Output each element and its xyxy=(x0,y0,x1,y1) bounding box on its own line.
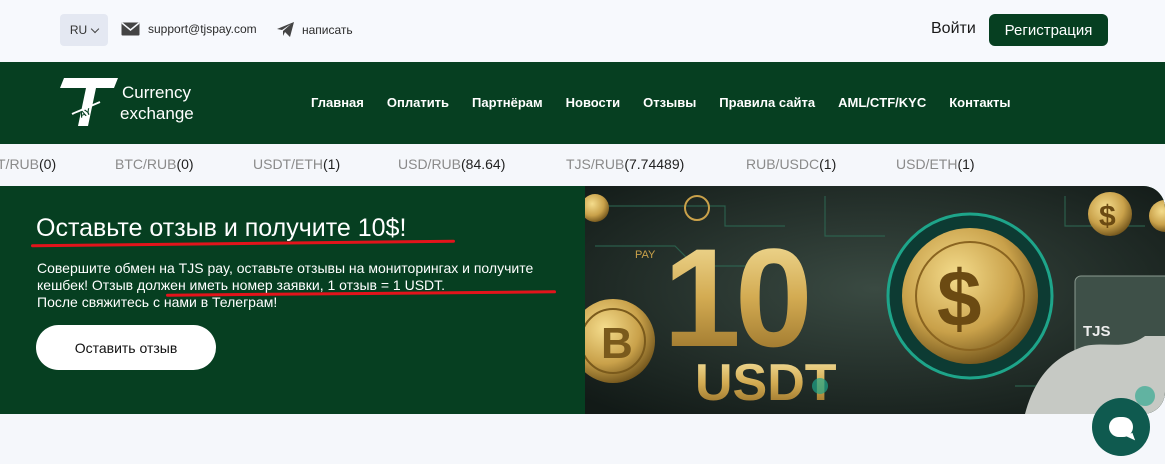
email-link[interactable]: support@tjspay.com xyxy=(121,22,257,36)
telegram-icon xyxy=(277,22,294,37)
email-text: support@tjspay.com xyxy=(148,22,257,36)
nav-item-news[interactable]: Новости xyxy=(566,95,621,110)
language-label: RU xyxy=(69,23,88,37)
banner-text-part3: После свяжитесь с нами в Телеграм! xyxy=(37,294,278,310)
ticker-item: TJS/RUB(7.74489) xyxy=(566,156,685,172)
logo-line1: Currency xyxy=(122,83,191,102)
dollar-coin-small-icon: $ xyxy=(1088,192,1132,236)
chat-bubble-icon xyxy=(1109,417,1133,437)
mail-icon xyxy=(121,22,140,36)
ticker-item: USD/ETH(1) xyxy=(896,156,975,172)
svg-text:$: $ xyxy=(1099,200,1116,233)
banner-artwork: PAY B 10 USDT $ $ TJS 110 xyxy=(585,186,1165,414)
language-selector[interactable]: RU xyxy=(60,14,108,46)
logo[interactable]: PAY Currency exchange xyxy=(60,74,210,132)
nav-item-home[interactable]: Главная xyxy=(311,95,364,110)
nav-item-contacts[interactable]: Контакты xyxy=(949,95,1010,110)
top-bar: RU support@tjspay.com написать Войти Рег… xyxy=(0,0,1165,62)
ticker-item: USD/RUB(84.64) xyxy=(398,156,506,172)
nav-item-pay[interactable]: Оплатить xyxy=(387,95,449,110)
nav-item-rules[interactable]: Правила сайта xyxy=(719,95,815,110)
login-link[interactable]: Войти xyxy=(931,20,976,38)
nav-item-partners[interactable]: Партнёрам xyxy=(472,95,543,110)
nav-item-reviews[interactable]: Отзывы xyxy=(643,95,696,110)
dollar-coin-icon: $ xyxy=(886,212,1054,380)
banner-text: Совершите обмен на TJS pay, оставьте отз… xyxy=(37,260,557,311)
banner-text-part2: Отзыв должен иметь номер заявки, 1 отзыв… xyxy=(91,277,446,293)
main-nav: PAY Currency exchange Главная Оплатить П… xyxy=(0,62,1165,144)
ticker-item: RUB/USDC(1) xyxy=(746,156,837,172)
nav-menu: Главная Оплатить Партнёрам Новости Отзыв… xyxy=(311,95,1034,110)
ticker-item: T/RUB(0) xyxy=(0,156,57,172)
rates-ticker: T/RUB(0) BTC/RUB(0) USDT/ETH(1) USD/RUB(… xyxy=(0,144,1165,186)
ticker-item: BTC/RUB(0) xyxy=(115,156,194,172)
logo-text: Currency exchange xyxy=(120,82,194,124)
ticker-item: USDT/ETH(1) xyxy=(253,156,341,172)
logo-mark: PAY xyxy=(60,78,118,126)
telegram-text: написать xyxy=(302,22,353,37)
promo-banner: Оставьте отзыв и получите 10$! Совершите… xyxy=(0,186,1165,414)
svg-text:B: B xyxy=(601,319,633,368)
chat-widget-button[interactable] xyxy=(1092,398,1150,456)
art-pay-text: PAY xyxy=(635,249,656,261)
art-big-number: 10 xyxy=(663,219,808,376)
register-button[interactable]: Регистрация xyxy=(989,14,1108,46)
logo-line2: exchange xyxy=(120,104,194,123)
banner-title: Оставьте отзыв и получите 10$! xyxy=(36,214,407,242)
svg-text:$: $ xyxy=(937,254,982,343)
chevron-down-icon xyxy=(90,24,100,33)
leave-review-button[interactable]: Оставить отзыв xyxy=(36,325,216,370)
nav-item-aml[interactable]: AML/CTF/KYC xyxy=(838,95,926,110)
telegram-link[interactable]: написать xyxy=(277,22,353,37)
art-tjs-text: TJS xyxy=(1083,323,1111,340)
